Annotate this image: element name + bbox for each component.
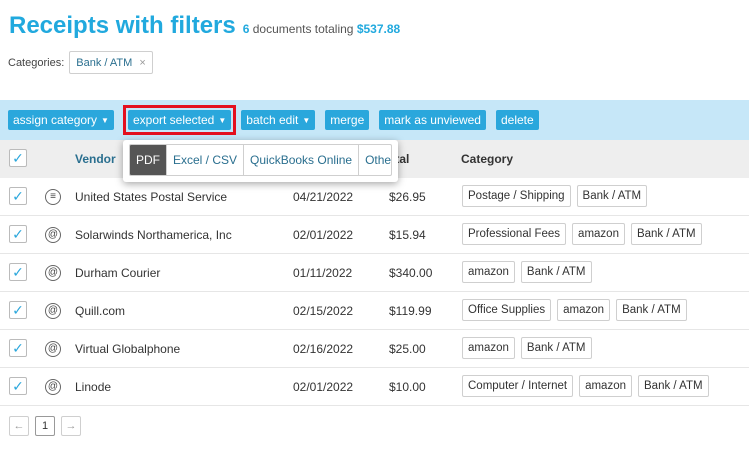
- category-tag[interactable]: amazon: [572, 223, 625, 245]
- filter-chip-bank-atm[interactable]: Bank / ATM ×: [69, 51, 153, 74]
- page-1-button[interactable]: 1: [35, 416, 55, 436]
- close-icon[interactable]: ×: [139, 57, 145, 69]
- export-option-quickbooks[interactable]: QuickBooks Online: [243, 145, 358, 175]
- table-row[interactable]: ✓ @ Quill.com 02/15/2022 $119.99 Office Suppl…: [0, 292, 749, 330]
- merge-button[interactable]: merge: [325, 110, 370, 130]
- assign-category-label: assign category: [13, 113, 98, 127]
- category-tags: Office Supplies amazon Bank / ATM: [462, 299, 693, 321]
- prev-page-button[interactable]: ←: [9, 416, 29, 436]
- category-tag[interactable]: Bank / ATM: [630, 223, 702, 245]
- page-title: Receipts with filters: [9, 12, 236, 39]
- select-all-checkbox[interactable]: ✓: [9, 149, 27, 167]
- row-checkbox[interactable]: ✓: [9, 377, 27, 395]
- vendor-cell[interactable]: Linode: [75, 380, 111, 394]
- date-cell: 02/01/2022: [293, 228, 354, 242]
- column-header-category: Category: [461, 152, 514, 166]
- table-row[interactable]: ✓ @ Virtual Globalphone 02/16/2022 $25.00 ama…: [0, 330, 749, 368]
- action-toolbar: assign category ▼ export selected ▼ batc…: [0, 100, 749, 140]
- row-checkbox[interactable]: ✓: [9, 339, 27, 357]
- vendor-cell[interactable]: Quill.com: [75, 304, 125, 318]
- table-row[interactable]: ✓ @ Linode 02/01/2022 $10.00 Computer / Inter…: [0, 368, 749, 406]
- caret-down-icon: ▼: [101, 115, 109, 125]
- category-tag[interactable]: amazon: [462, 337, 515, 359]
- at-icon: @: [45, 341, 61, 357]
- at-icon: @: [45, 303, 61, 319]
- total-cell: $26.95: [389, 190, 426, 204]
- export-selected-button[interactable]: export selected ▼: [127, 110, 232, 130]
- vendor-cell[interactable]: Durham Courier: [75, 266, 160, 280]
- table-row[interactable]: ✓ @ Solarwinds Northamerica, Inc 02/01/2022…: [0, 216, 749, 254]
- date-cell: 02/15/2022: [293, 304, 354, 318]
- category-tag[interactable]: amazon: [462, 261, 515, 283]
- category-tag[interactable]: Computer / Internet: [462, 375, 574, 397]
- row-checkbox[interactable]: ✓: [9, 301, 27, 319]
- delete-button[interactable]: delete: [495, 110, 539, 130]
- categories-label: Categories:: [8, 56, 65, 69]
- category-tag[interactable]: Bank / ATM: [520, 337, 592, 359]
- category-tag[interactable]: amazon: [579, 375, 632, 397]
- date-cell: 01/11/2022: [293, 266, 353, 280]
- category-tag[interactable]: Bank / ATM: [576, 185, 648, 207]
- at-icon: @: [45, 265, 61, 281]
- page-header: Receipts with filters 6 documents totali…: [9, 12, 400, 40]
- category-tags: amazon Bank / ATM: [462, 261, 598, 283]
- category-tag[interactable]: Bank / ATM: [520, 261, 592, 283]
- envelope-icon: ≡: [45, 189, 61, 205]
- export-option-excel-csv[interactable]: Excel / CSV: [166, 145, 243, 175]
- export-highlight-box: export selected ▼: [122, 105, 237, 135]
- at-icon: @: [45, 227, 61, 243]
- assign-category-button[interactable]: assign category ▼: [8, 110, 114, 130]
- category-tag[interactable]: Professional Fees: [462, 223, 567, 245]
- total-amount: $537.88: [356, 22, 401, 36]
- caret-down-icon: ▼: [302, 115, 311, 125]
- total-cell: $25.00: [389, 342, 426, 356]
- summary-text: 6 documents totaling $537.88: [243, 22, 400, 36]
- row-checkbox[interactable]: ✓: [9, 263, 27, 281]
- column-header-vendor[interactable]: Vendor: [75, 152, 116, 166]
- export-option-pdf[interactable]: PDF: [130, 145, 166, 175]
- category-tags: Computer / Internet amazon Bank / ATM: [462, 375, 715, 397]
- total-cell: $340.00: [389, 266, 433, 280]
- category-tag[interactable]: Postage / Shipping: [462, 185, 571, 207]
- category-tag[interactable]: Bank / ATM: [616, 299, 687, 321]
- export-dropdown-menu: PDF Excel / CSV QuickBooks Online Other: [123, 140, 398, 182]
- filter-bar: Categories: Bank / ATM ×: [8, 51, 153, 74]
- category-tag[interactable]: amazon: [557, 299, 611, 321]
- category-tags: Postage / Shipping Bank / ATM: [462, 185, 653, 207]
- pagination: ← 1 →: [9, 416, 87, 436]
- export-selected-label: export selected: [132, 113, 215, 127]
- category-tag[interactable]: Office Supplies: [462, 299, 552, 321]
- export-options: PDF Excel / CSV QuickBooks Online Other: [129, 144, 392, 176]
- total-cell: $15.94: [389, 228, 426, 242]
- vendor-cell[interactable]: Solarwinds Northamerica, Inc: [75, 228, 232, 242]
- batch-edit-button[interactable]: batch edit ▼: [241, 110, 316, 130]
- export-option-other[interactable]: Other: [358, 145, 391, 175]
- row-checkbox[interactable]: ✓: [9, 187, 27, 205]
- row-checkbox[interactable]: ✓: [9, 225, 27, 243]
- caret-down-icon: ▼: [218, 115, 227, 125]
- category-tags: Professional Fees amazon Bank / ATM: [462, 223, 708, 245]
- next-page-button[interactable]: →: [61, 416, 81, 436]
- vendor-cell[interactable]: Virtual Globalphone: [75, 342, 180, 356]
- at-icon: @: [45, 379, 61, 395]
- batch-edit-label: batch edit: [246, 113, 299, 127]
- date-cell: 02/01/2022: [293, 380, 354, 394]
- vendor-cell[interactable]: United States Postal Service: [75, 190, 227, 204]
- filter-chip-label: Bank / ATM: [76, 56, 133, 69]
- total-cell: $10.00: [389, 380, 426, 394]
- total-cell: $119.99: [389, 304, 432, 318]
- date-cell: 04/21/2022: [293, 190, 354, 204]
- date-cell: 02/16/2022: [293, 342, 354, 356]
- summary-middle: documents totaling: [249, 22, 357, 36]
- mark-as-unviewed-button[interactable]: mark as unviewed: [379, 110, 486, 130]
- table-row[interactable]: ✓ ≡ United States Postal Service 04/21/2022…: [0, 178, 749, 216]
- category-tags: amazon Bank / ATM: [462, 337, 598, 359]
- category-tag[interactable]: Bank / ATM: [638, 375, 709, 397]
- table-row[interactable]: ✓ @ Durham Courier 01/11/2022 $340.00 amazon B…: [0, 254, 749, 292]
